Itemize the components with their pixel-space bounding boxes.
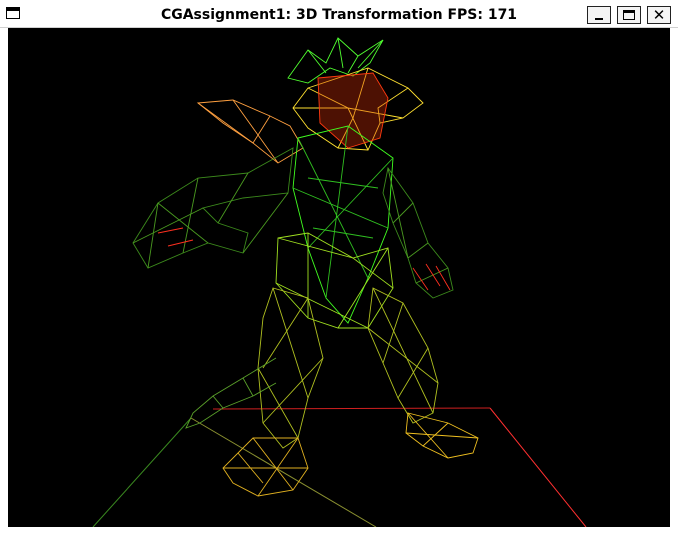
maximize-icon	[623, 10, 635, 20]
title-bar[interactable]: CGAssignment1: 3D Transformation FPS: 17…	[0, 0, 678, 28]
scene-canvas	[8, 28, 670, 527]
app-window: CGAssignment1: 3D Transformation FPS: 17…	[0, 0, 678, 533]
window-frame-bottom	[0, 527, 678, 533]
minimize-icon	[595, 18, 603, 20]
window-frame-left	[0, 28, 8, 533]
minimize-button[interactable]	[587, 6, 611, 24]
window-frame-right	[670, 28, 678, 533]
maximize-button[interactable]	[617, 6, 641, 24]
close-button[interactable]: ✕	[647, 6, 671, 24]
render-viewport[interactable]	[8, 28, 670, 527]
close-icon: ✕	[652, 6, 666, 24]
window-title: CGAssignment1: 3D Transformation FPS: 17…	[160, 7, 518, 23]
